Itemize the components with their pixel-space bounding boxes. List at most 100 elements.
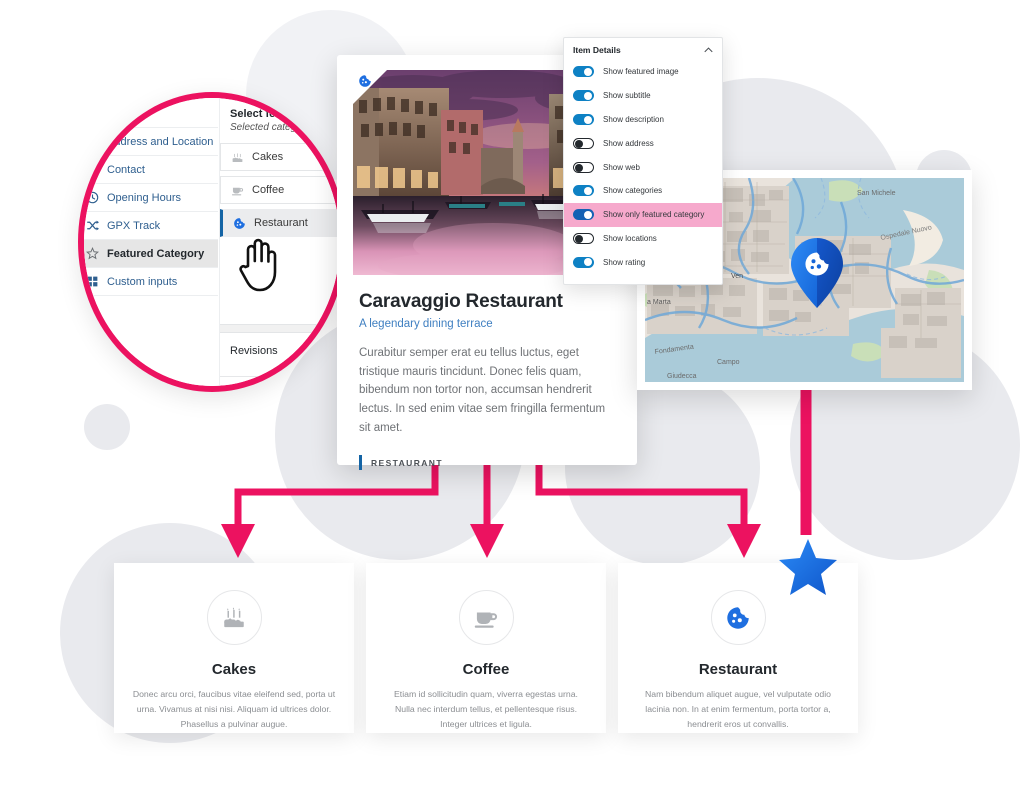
cake-icon	[224, 606, 244, 627]
panel-divider	[220, 324, 340, 333]
popover-header[interactable]: Item Details	[564, 38, 722, 60]
featured-star-icon	[779, 539, 837, 595]
category-tile-coffee[interactable]: Coffee Etiam id sollicitudin quam, viver…	[366, 563, 606, 733]
sidebar-item-label: Address and Location	[107, 135, 214, 148]
tile-description: Nam bibendum aliquet augue, vel vulputat…	[645, 689, 831, 730]
sidebar-item-label: GPX Track	[107, 219, 161, 232]
coffee-icon	[474, 611, 498, 628]
category-label: Cakes	[252, 151, 284, 163]
map-label: Ven	[731, 273, 743, 280]
sidebar-item-address-and-location[interactable]: Address and Location	[84, 128, 218, 156]
contact-icon	[86, 164, 99, 175]
toggle-label: Show web	[603, 162, 640, 172]
tile-title: Cakes	[211, 661, 257, 678]
toggle-row-show-locations[interactable]: Show locations	[564, 227, 722, 251]
sidebar-item-label: Custom inputs	[107, 275, 178, 288]
sidebar-item-featured-category[interactable]: Featured Category	[84, 240, 218, 268]
hand-cursor-icon	[239, 238, 277, 292]
map-pin-icon	[88, 135, 97, 148]
sidebar-item-label: General	[107, 107, 147, 120]
item-details-popover: Item Details Show featured image Show su…	[563, 37, 723, 285]
toggle-row-show-description[interactable]: Show description	[564, 108, 722, 132]
category-option-restaurant[interactable]: Restaurant	[220, 209, 340, 237]
cake-icon	[232, 152, 243, 162]
toggle-label: Show locations	[603, 233, 657, 243]
category-accent-bar	[359, 455, 362, 471]
cookie-icon	[234, 217, 245, 229]
tile-icon-wrap	[458, 590, 514, 645]
sidebar-item-contact[interactable]: Contact	[84, 156, 218, 184]
admin-tab-list: General Address and Location Contact Ope…	[84, 100, 218, 296]
card-subtitle[interactable]: A legendary dining terrace	[359, 318, 615, 330]
star-icon	[86, 247, 99, 260]
map-label: Campo	[717, 359, 740, 366]
toggle-switch[interactable]	[573, 66, 594, 78]
toggle-switch[interactable]	[573, 113, 594, 125]
card-title: Caravaggio Restaurant	[359, 291, 563, 312]
tile-icon-wrap	[206, 590, 262, 645]
tile-title: Coffee	[462, 661, 510, 678]
shuffle-icon	[87, 220, 99, 231]
category-label: Coffee	[252, 184, 285, 196]
admin-settings-panel: General Address and Location Contact Ope…	[84, 98, 341, 386]
sidebar-item-opening-hours[interactable]: Opening Hours	[84, 184, 218, 212]
sidebar-item-label: Featured Category	[107, 247, 205, 260]
magnifier-lens: General Address and Location Contact Ope…	[78, 92, 346, 392]
sidebar-item-custom-inputs[interactable]: Custom inputs	[84, 268, 218, 296]
toggle-row-show-categories[interactable]: Show categories	[564, 179, 722, 203]
coffee-icon	[231, 187, 244, 195]
toggle-row-show-only-featured-category[interactable]: Show only featured category	[564, 202, 722, 227]
toggle-switch[interactable]	[573, 256, 594, 268]
sidebar-item-gpx-track[interactable]: GPX Track	[84, 212, 218, 240]
pane-subheading: Selected category will be prio	[230, 122, 341, 133]
grid-icon	[87, 276, 98, 287]
toggle-switch[interactable]	[573, 185, 594, 197]
revisions-label: Revisions	[230, 345, 278, 357]
toggle-label: Show subtitle	[603, 91, 651, 101]
toggle-switch[interactable]	[573, 161, 594, 173]
tile-title: Restaurant	[698, 661, 778, 678]
category-option-coffee[interactable]: Coffee	[220, 176, 340, 204]
map-label: a Marta	[647, 299, 671, 306]
chevron-up-icon[interactable]	[704, 47, 713, 53]
tile-description: Donec arcu orci, faucibus vitae eleifend…	[132, 689, 336, 730]
page-root: General Address and Location Contact Ope…	[0, 0, 1024, 787]
toggle-row-show-subtitle[interactable]: Show subtitle	[564, 84, 722, 108]
toggle-switch[interactable]	[573, 209, 594, 221]
toggle-row-show-featured-image[interactable]: Show featured image	[564, 60, 722, 84]
toggle-switch[interactable]	[573, 232, 594, 244]
toggle-row-show-rating[interactable]: Show rating	[564, 250, 722, 274]
background-circle	[84, 404, 130, 450]
card-category-tag[interactable]: RESTAURANT	[359, 455, 615, 471]
toggle-label: Show rating	[603, 257, 646, 267]
toggle-switch[interactable]	[573, 90, 594, 102]
map-label: San Michele	[857, 190, 896, 197]
card-description: Curabitur semper erat eu tellus luctus, …	[359, 347, 606, 434]
category-label: Restaurant	[254, 217, 308, 229]
sidebar-item-general[interactable]: General	[84, 100, 218, 128]
popover-title: Item Details	[573, 45, 621, 55]
sidebar-item-label: Contact	[107, 163, 145, 176]
toggle-label: Show address	[603, 138, 654, 148]
tile-description: Etiam id sollicitudin quam, viverra eges…	[394, 689, 578, 730]
toggle-row-show-web[interactable]: Show web	[564, 155, 722, 179]
cookie-map-pin[interactable]	[788, 236, 846, 310]
info-icon	[86, 107, 99, 120]
clock-icon	[86, 191, 99, 204]
tile-icon-wrap	[710, 590, 766, 645]
revisions-section[interactable]: Revisions	[220, 333, 340, 377]
cookie-badge-icon	[359, 75, 371, 87]
cookie-icon	[727, 606, 749, 629]
category-option-cakes[interactable]: Cakes	[220, 143, 340, 171]
toggle-label: Show categories	[603, 186, 663, 196]
toggle-label: Show description	[603, 114, 664, 124]
category-tag-label: RESTAURANT	[371, 457, 443, 468]
background-circle	[840, 440, 960, 560]
toggle-row-show-address[interactable]: Show address	[564, 131, 722, 155]
toggle-switch[interactable]	[573, 137, 594, 149]
sidebar-item-label: Opening Hours	[107, 191, 181, 204]
toggle-label: Show featured image	[603, 67, 679, 77]
map-label: Giudecca	[667, 373, 697, 380]
category-tile-cakes[interactable]: Cakes Donec arcu orci, faucibus vitae el…	[114, 563, 354, 733]
toggle-label: Show only featured category	[603, 210, 705, 220]
